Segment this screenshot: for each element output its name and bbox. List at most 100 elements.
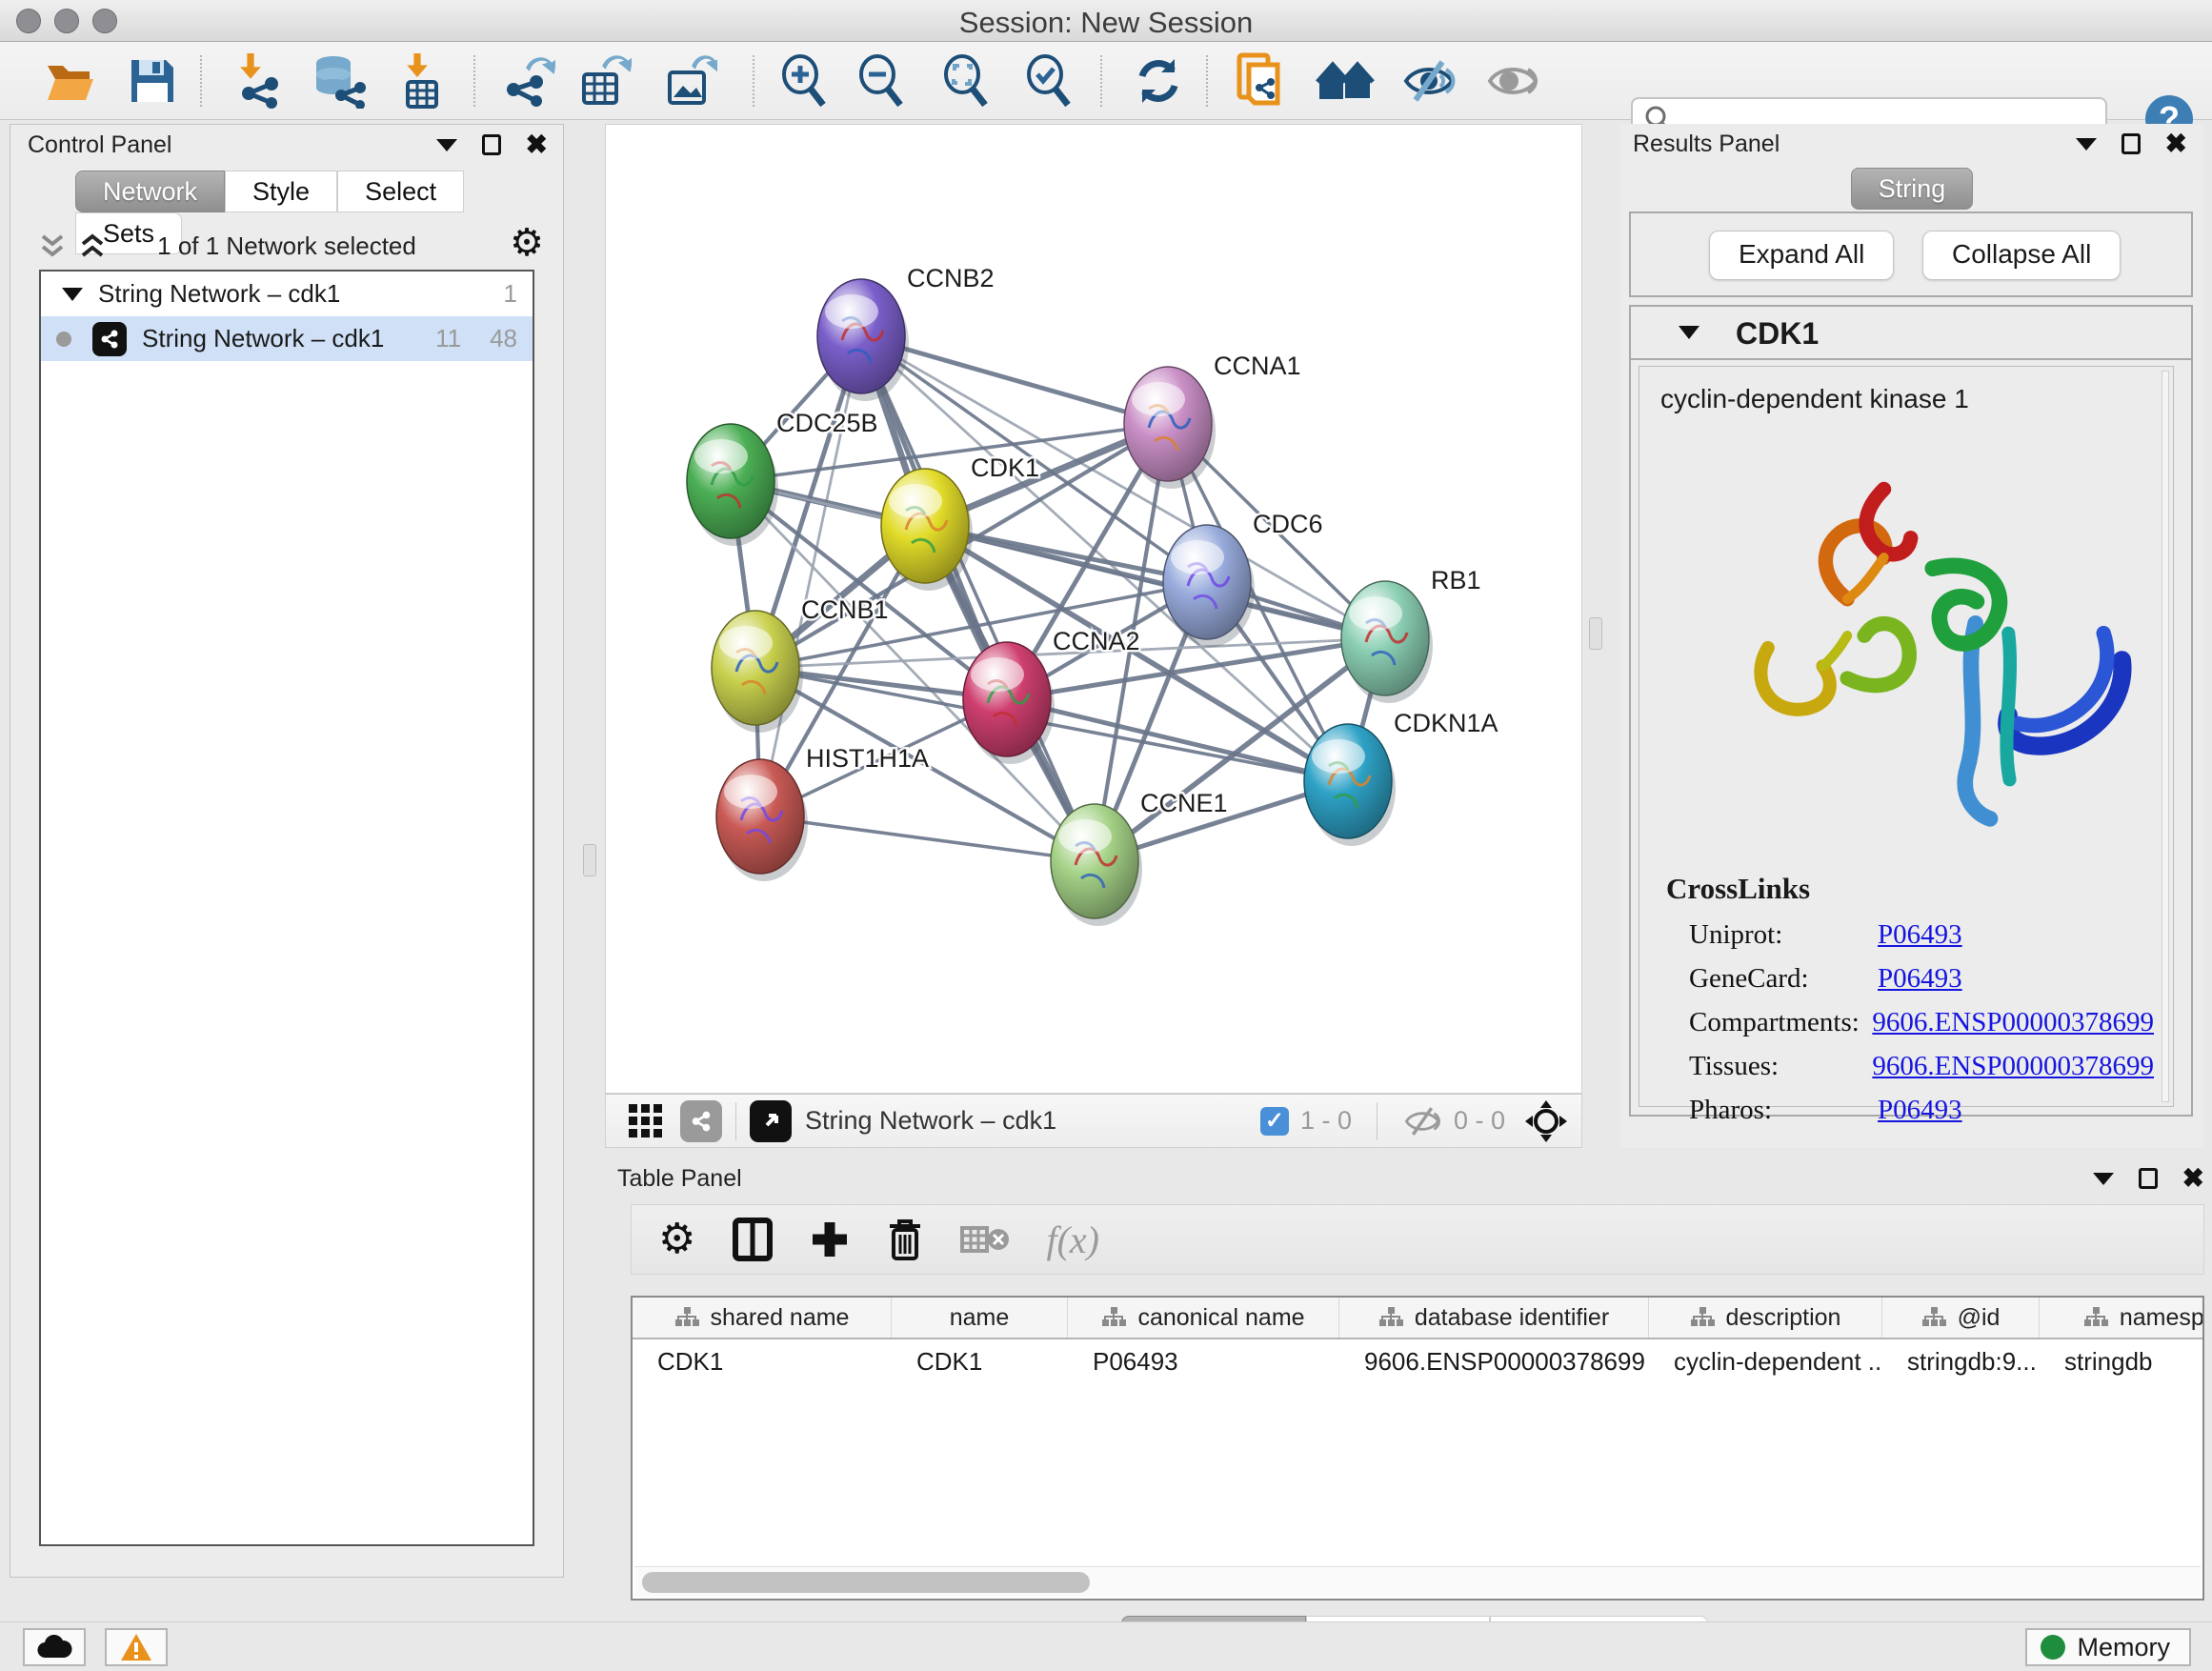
panel-maximize-icon[interactable]	[482, 134, 501, 155]
table-options-gear-icon[interactable]: ⚙	[658, 1220, 695, 1258]
column-header[interactable]: database identifier	[1339, 1298, 1649, 1338]
table-cell[interactable]: P06493	[1068, 1347, 1339, 1377]
edge-count: 48	[490, 324, 517, 352]
left-splitter-handle[interactable]	[583, 844, 596, 876]
export-table-button[interactable]	[573, 51, 634, 111]
panel-collapse-icon[interactable]	[2093, 1173, 2114, 1185]
panel-maximize-icon[interactable]	[2139, 1168, 2158, 1189]
column-hierarchy-icon	[2083, 1306, 2108, 1329]
crosslink-link[interactable]: 9606.ENSP00000378699	[1872, 1007, 2154, 1051]
memory-label: Memory	[2077, 1633, 2170, 1662]
tab-network[interactable]: Network	[75, 171, 225, 212]
expand-all-button[interactable]: Expand All	[1709, 231, 1894, 280]
show-columns-icon[interactable]	[732, 1217, 774, 1262]
table-cell[interactable]: CDK1	[633, 1347, 892, 1377]
eye-gray-icon	[1484, 56, 1541, 106]
table-cell[interactable]: CDK1	[892, 1347, 1068, 1377]
network-row[interactable]: String Network – cdk1 1148	[41, 316, 533, 361]
collapse-all-button[interactable]: Collapse All	[1922, 231, 2121, 280]
crosslink-label: GeneCard:	[1689, 963, 1878, 1007]
delete-column-icon[interactable]	[886, 1217, 924, 1262]
crosslink-link[interactable]: 9606.ENSP00000378699	[1872, 1051, 2154, 1095]
warnings-button[interactable]	[105, 1628, 168, 1666]
toolbar-separator	[1100, 55, 1102, 107]
column-header-label: description	[1726, 1304, 1841, 1332]
panel-collapse-icon[interactable]	[2076, 138, 2097, 151]
function-builder-icon: f(x)	[1046, 1218, 1099, 1262]
toolbar-separator	[473, 55, 475, 107]
crosslink-link[interactable]: P06493	[1878, 963, 1962, 1007]
table-row[interactable]: CDK1CDK1P064939606.ENSP00000378699cyclin…	[633, 1339, 2202, 1383]
save-session-button[interactable]	[122, 51, 183, 111]
network-options-gear-icon[interactable]: ⚙	[510, 224, 544, 262]
panel-close-icon[interactable]: ✖	[2165, 133, 2187, 154]
column-header[interactable]: shared name	[633, 1298, 892, 1338]
table-horizontal-scrollbar[interactable]	[634, 1566, 2201, 1597]
column-header-label: database identifier	[1415, 1304, 1609, 1332]
panel-maximize-icon[interactable]	[2122, 133, 2141, 154]
save-floppy-icon	[128, 56, 177, 106]
column-header[interactable]: name	[892, 1298, 1068, 1338]
clone-network-button[interactable]	[1230, 51, 1291, 111]
zoom-selected-button[interactable]	[1018, 51, 1079, 111]
selected-nodes-checkbox[interactable]: ✓	[1260, 1107, 1289, 1136]
scrollbar-thumb[interactable]	[642, 1572, 1090, 1593]
warning-triangle-icon	[120, 1633, 152, 1661]
gene-entry-header[interactable]: CDK1	[1631, 307, 2191, 360]
houses-icon	[1316, 57, 1375, 105]
zoom-out-button[interactable]	[851, 51, 912, 111]
show-all-button[interactable]	[1482, 51, 1543, 111]
entry-collapse-icon[interactable]	[1679, 326, 1699, 339]
right-splitter-handle[interactable]	[1589, 617, 1602, 650]
network-collection-row[interactable]: String Network – cdk1 1	[41, 272, 533, 316]
network-node-label: CCNA2	[1053, 627, 1140, 655]
node-gloss	[1312, 739, 1365, 774]
crosslink-link[interactable]: P06493	[1878, 919, 1962, 963]
tab-style[interactable]: Style	[225, 171, 337, 212]
column-header[interactable]: canonical name	[1068, 1298, 1339, 1338]
tab-select[interactable]: Select	[337, 171, 464, 212]
open-session-button[interactable]	[40, 51, 101, 111]
table-cell[interactable]: 9606.ENSP00000378699	[1339, 1347, 1649, 1377]
expand-collapse-card: Expand All Collapse All	[1629, 211, 2193, 297]
import-network-database-button[interactable]	[307, 51, 368, 111]
export-network-button[interactable]	[497, 51, 558, 111]
column-header[interactable]: namespace	[2040, 1298, 2204, 1338]
zoom-in-button[interactable]	[774, 51, 835, 111]
panel-collapse-icon[interactable]	[436, 139, 457, 151]
panel-close-icon[interactable]: ✖	[526, 134, 548, 155]
network-share-icon[interactable]	[680, 1100, 722, 1142]
node-gloss	[724, 775, 777, 809]
tab-string[interactable]: String	[1851, 168, 1974, 210]
network-canvas[interactable]: CCNB2CCNA1CDC25BCDK1CDC6RB1CCNB1CCNA2CDK…	[605, 124, 1582, 1094]
column-header[interactable]: description	[1649, 1298, 1882, 1338]
first-neighbors-button[interactable]	[1315, 51, 1376, 111]
grid-view-icon[interactable]	[627, 1102, 665, 1140]
crosslink-link[interactable]: P06493	[1878, 1095, 1962, 1138]
hide-selected-button[interactable]	[1398, 51, 1459, 111]
table-cell[interactable]: stringdb:9...	[1882, 1347, 2040, 1377]
network-node-label: CCNA1	[1214, 352, 1301, 380]
node-table[interactable]: shared namenamecanonical name database id…	[631, 1296, 2204, 1601]
birds-eye-view-button[interactable]	[750, 1100, 792, 1142]
import-network-file-button[interactable]	[227, 51, 288, 111]
panel-close-icon[interactable]: ✖	[2182, 1168, 2204, 1189]
results-panel-tabs: String	[1619, 168, 2204, 210]
memory-button[interactable]: Memory	[2025, 1628, 2191, 1666]
cloud-status-button[interactable]	[23, 1628, 86, 1666]
network-graph[interactable]: CCNB2CCNA1CDC25BCDK1CDC6RB1CCNB1CCNA2CDK…	[606, 125, 1581, 1093]
crosslink-row: Pharos:P06493	[1689, 1095, 2154, 1138]
refresh-layout-button[interactable]	[1128, 51, 1189, 111]
control-panel-title: Control Panel	[28, 131, 171, 159]
table-cell[interactable]: cyclin-dependent ...	[1649, 1347, 1882, 1377]
add-column-icon[interactable]	[810, 1219, 850, 1259]
export-image-button[interactable]	[659, 51, 720, 111]
results-scrollbar[interactable]	[2162, 371, 2169, 1102]
collection-expand-icon[interactable]	[62, 288, 83, 301]
import-table-file-button[interactable]	[391, 51, 452, 111]
table-cell[interactable]: stringdb	[2040, 1347, 2204, 1377]
fit-crosshair-icon[interactable]	[1524, 1099, 1568, 1143]
toolbar-separator	[200, 55, 202, 107]
zoom-fit-button[interactable]	[935, 51, 996, 111]
column-header[interactable]: @id	[1882, 1298, 2040, 1338]
